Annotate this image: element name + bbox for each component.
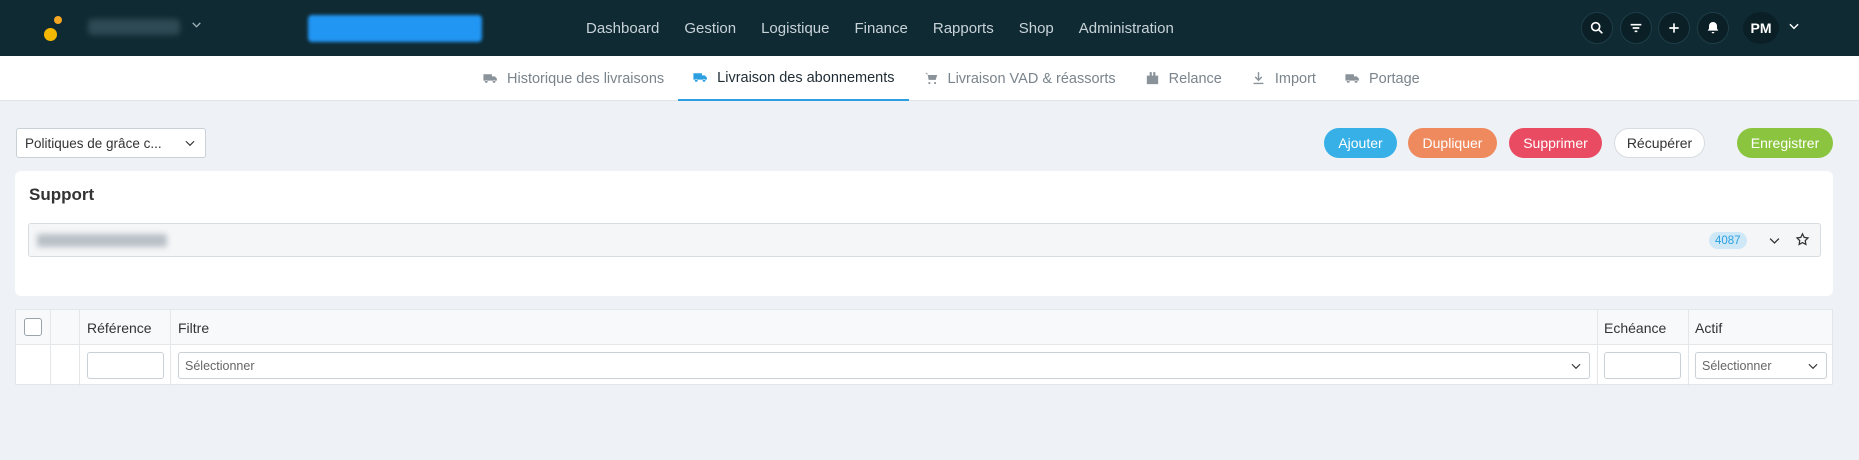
search-icon (1590, 21, 1603, 34)
chevron-down-icon (1808, 363, 1818, 369)
notifications-button[interactable] (1697, 12, 1729, 44)
tab-historique-des-livraisons[interactable]: Historique des livraisons (468, 56, 678, 101)
tab-livraison-vad-reassorts[interactable]: Livraison VAD & réassorts (909, 56, 1130, 101)
menu-item-administration[interactable]: Administration (1079, 20, 1174, 37)
sub-tabs: Historique des livraisons Livraison des … (468, 56, 1434, 101)
actif-filter-placeholder: Sélectionner (1702, 358, 1772, 373)
column-header-reference[interactable]: Référence (87, 320, 152, 336)
column-header-actif[interactable]: Actif (1695, 320, 1722, 336)
context-selector-redacted[interactable] (308, 15, 482, 42)
menu-item-gestion[interactable]: Gestion (684, 20, 736, 37)
support-value-redacted (37, 234, 167, 247)
policy-select[interactable]: Politiques de grâce c... (16, 128, 206, 158)
filter-icon (1630, 23, 1642, 33)
chevron-down-icon[interactable] (1767, 233, 1782, 251)
column-divider (1597, 310, 1598, 386)
tab-livraison-des-abonnements[interactable]: Livraison des abonnements (678, 56, 909, 101)
rules-table: Référence Filtre Echéance Actif Sélectio… (15, 309, 1833, 386)
column-divider (170, 310, 171, 386)
tab-label: Livraison des abonnements (717, 69, 895, 86)
main-menu: Dashboard Gestion Logistique Finance Rap… (586, 0, 1199, 56)
download-icon (1253, 72, 1264, 85)
support-title: Support (29, 185, 95, 204)
echeance-filter-input[interactable] (1604, 352, 1681, 379)
chevron-down-icon (185, 140, 195, 147)
menu-item-dashboard[interactable]: Dashboard (586, 20, 659, 37)
column-divider (79, 310, 80, 386)
logo-dot-small (54, 16, 62, 24)
tab-label: Historique des livraisons (507, 70, 665, 87)
app-logo[interactable] (40, 16, 66, 44)
recover-button[interactable]: Récupérer (1614, 128, 1705, 158)
truck-icon (693, 73, 708, 82)
column-divider (50, 310, 51, 386)
user-avatar[interactable]: PM (1743, 12, 1779, 44)
add-button[interactable]: Ajouter (1324, 128, 1397, 158)
plus-icon (1669, 23, 1679, 33)
tab-import[interactable]: Import (1236, 56, 1330, 101)
actif-filter-select[interactable]: Sélectionner (1695, 352, 1827, 379)
truck-icon (1345, 74, 1359, 83)
delete-button[interactable]: Supprimer (1509, 128, 1602, 158)
search-button[interactable] (1581, 12, 1613, 44)
star-icon[interactable] (1795, 232, 1810, 250)
tab-portage[interactable]: Portage (1330, 56, 1434, 101)
logo-dot-large (44, 28, 57, 41)
menu-item-shop[interactable]: Shop (1019, 20, 1054, 37)
package-icon (1146, 72, 1158, 85)
truck-icon (483, 74, 497, 83)
tab-label: Livraison VAD & réassorts (947, 70, 1116, 87)
column-divider (1688, 310, 1689, 386)
filtre-filter-placeholder: Sélectionner (185, 358, 255, 373)
duplicate-button[interactable]: Dupliquer (1408, 128, 1497, 158)
top-navbar: Dashboard Gestion Logistique Finance Rap… (0, 0, 1859, 56)
tab-label: Relance (1168, 70, 1222, 87)
filter-button[interactable] (1620, 12, 1652, 44)
policy-select-value: Politiques de grâce c... (25, 135, 162, 151)
column-header-filtre[interactable]: Filtre (178, 320, 209, 336)
chevron-down-icon[interactable] (190, 18, 203, 34)
select-all-checkbox[interactable] (24, 318, 42, 336)
filtre-filter-select[interactable]: Sélectionner (178, 352, 1590, 379)
tab-label: Import (1274, 70, 1316, 87)
tab-relance[interactable]: Relance (1130, 56, 1236, 101)
cart-icon (924, 72, 937, 85)
support-card: Support 4087 (15, 171, 1833, 296)
chevron-down-icon[interactable] (1787, 19, 1801, 36)
support-select[interactable]: 4087 (28, 223, 1821, 257)
support-count-badge: 4087 (1709, 232, 1747, 249)
menu-item-finance[interactable]: Finance (854, 20, 907, 37)
organization-name-redacted[interactable] (88, 19, 180, 35)
menu-item-rapports[interactable]: Rapports (933, 20, 994, 37)
reference-filter-input[interactable] (87, 352, 164, 379)
tab-label: Portage (1368, 70, 1420, 87)
column-header-echeance[interactable]: Echéance (1604, 320, 1666, 336)
bell-icon (1707, 22, 1719, 34)
chevron-down-icon (1571, 363, 1581, 369)
sub-tabs-bar: Historique des livraisons Livraison des … (0, 56, 1859, 101)
add-button[interactable] (1658, 12, 1690, 44)
table-header (16, 310, 1832, 345)
menu-item-logistique[interactable]: Logistique (761, 20, 829, 37)
save-button[interactable]: Enregistrer (1737, 128, 1833, 158)
